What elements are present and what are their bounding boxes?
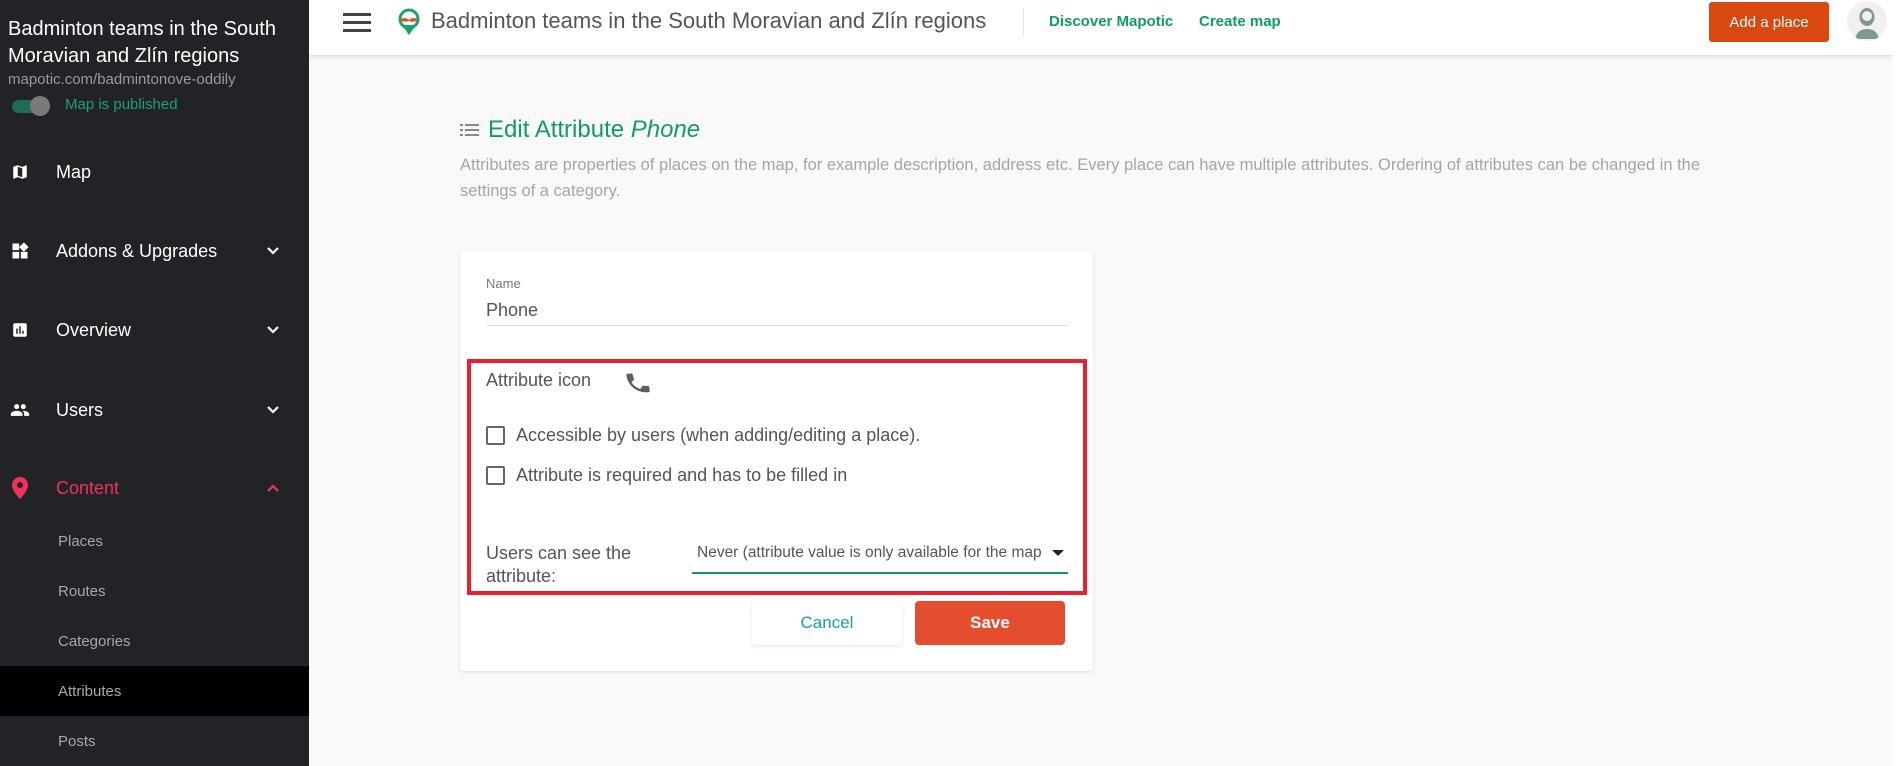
- subitem-label: Attributes: [58, 682, 122, 700]
- attribute-required-checkbox[interactable]: Attribute is required and has to be fill…: [486, 465, 847, 486]
- phone-icon[interactable]: [624, 369, 652, 397]
- sidebar-subitem-posts[interactable]: Posts: [0, 716, 309, 766]
- sidebar-item-map[interactable]: Map: [0, 142, 309, 202]
- visibility-selected-value: Never (attribute value is only available…: [697, 544, 1042, 561]
- subitem-label: Posts: [58, 732, 96, 750]
- sidebar-item-addons[interactable]: Addons & Upgrades: [0, 221, 309, 281]
- pin-icon: [10, 477, 30, 499]
- checkbox-box[interactable]: [486, 466, 505, 485]
- sidebar-item-users[interactable]: Users: [0, 380, 309, 440]
- published-status: Map is published: [65, 96, 178, 113]
- sidebar-subitem-attributes[interactable]: Attributes: [0, 666, 309, 716]
- page-heading: Edit Attribute Phone: [460, 116, 700, 144]
- checkbox-label: Accessible by users (when adding/editing…: [516, 425, 921, 445]
- attribute-icon-label: Attribute icon: [486, 370, 592, 390]
- sidebar-item-label: Users: [56, 399, 104, 420]
- discover-mapotic-link[interactable]: Discover Mapotic: [1049, 13, 1173, 30]
- page-title-attribute-name: Phone: [630, 116, 701, 143]
- page-title: Edit Attribute Phone: [488, 116, 700, 144]
- page-edge: [1892, 0, 1902, 766]
- page-title-prefix: Edit Attribute: [488, 116, 625, 143]
- add-place-button[interactable]: Add a place: [1709, 2, 1829, 42]
- sidebar-subitem-categories[interactable]: Categories: [0, 616, 309, 666]
- chevron-down-icon[interactable]: [264, 401, 282, 419]
- sidebar: Badminton teams in the South Moravian an…: [0, 0, 309, 766]
- create-map-link[interactable]: Create map: [1199, 13, 1281, 30]
- checkbox-box[interactable]: [486, 426, 505, 445]
- sidebar-item-overview[interactable]: Overview: [0, 300, 309, 360]
- map-icon: [10, 162, 30, 182]
- visibility-select[interactable]: Never (attribute value is only available…: [692, 536, 1068, 574]
- users-icon: [10, 400, 30, 420]
- accessible-by-users-checkbox[interactable]: Accessible by users (when adding/editing…: [486, 425, 920, 446]
- name-input[interactable]: [486, 296, 1068, 326]
- avatar[interactable]: [1847, 1, 1887, 41]
- sidebar-item-content[interactable]: Content: [0, 458, 309, 518]
- sidebar-subitem-routes[interactable]: Routes: [0, 566, 309, 616]
- sidebar-subitem-places[interactable]: Places: [0, 516, 309, 566]
- sidebar-item-label: Map: [56, 161, 92, 182]
- save-button[interactable]: Save: [915, 601, 1065, 645]
- chevron-down-icon[interactable]: [264, 321, 282, 339]
- header-map-title: Badminton teams in the South Moravian an…: [431, 8, 987, 33]
- list-icon: [460, 122, 480, 138]
- cancel-button[interactable]: Cancel: [752, 601, 902, 645]
- visibility-label: Users can see the attribute:: [486, 543, 632, 586]
- chevron-down-icon[interactable]: [264, 242, 282, 260]
- sidebar-item-label: Addons & Upgrades: [56, 240, 218, 261]
- subitem-label: Places: [58, 532, 104, 550]
- chevron-up-icon[interactable]: [264, 479, 282, 497]
- top-header: Badminton teams in the South Moravian an…: [309, 0, 1892, 55]
- page-description: Attributes are properties of places on t…: [460, 156, 1701, 200]
- header-divider: [1023, 8, 1024, 36]
- sidebar-item-label: Overview: [56, 319, 132, 340]
- subitem-label: Categories: [58, 632, 131, 650]
- menu-icon[interactable]: [343, 11, 371, 33]
- publish-toggle[interactable]: [12, 96, 50, 116]
- user-avatar-icon: [1847, 1, 1887, 41]
- subitem-label: Routes: [58, 582, 106, 600]
- map-url[interactable]: mapotic.com/badmintonove-oddily: [8, 71, 236, 88]
- name-label: Name: [486, 276, 521, 291]
- toggle-knob: [30, 96, 50, 116]
- chart-icon: [10, 320, 30, 340]
- dropdown-arrow-icon: [1052, 550, 1064, 556]
- map-title: Badminton teams in the South Moravian an…: [8, 18, 276, 67]
- widgets-icon: [10, 241, 30, 261]
- sidebar-item-label: Content: [56, 477, 120, 498]
- checkbox-label: Attribute is required and has to be fill…: [516, 465, 848, 485]
- mapotic-logo-icon: [397, 8, 421, 36]
- edit-attribute-form: Name Attribute icon Accessible by users …: [460, 251, 1093, 671]
